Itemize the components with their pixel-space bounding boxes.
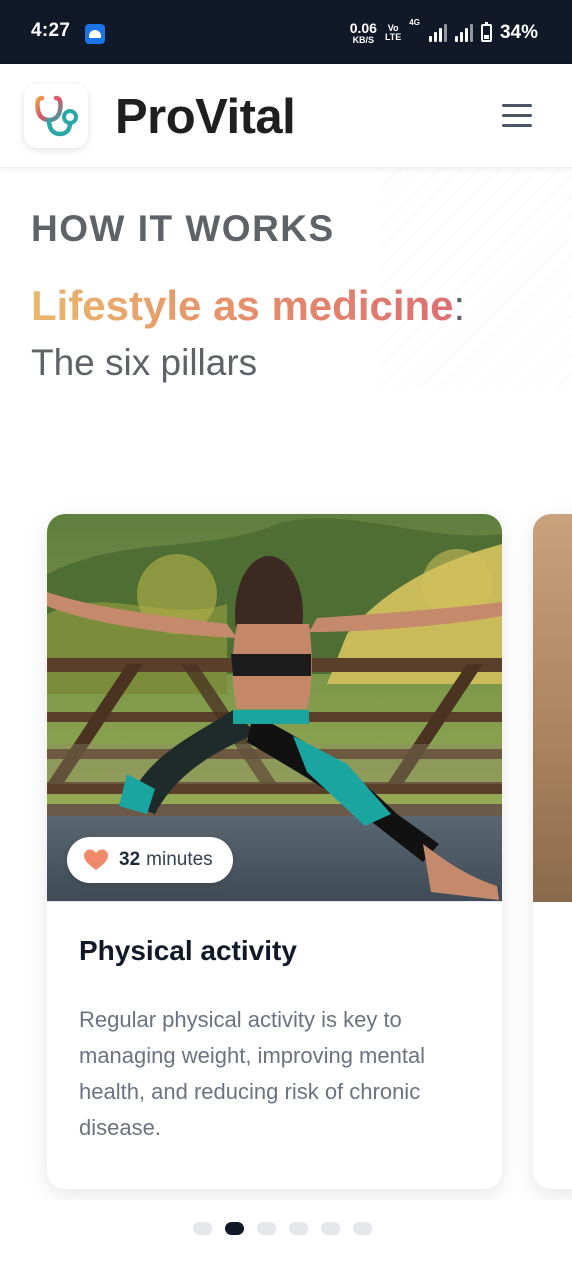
app-header: ProVital [0, 64, 572, 168]
volte-bottom: LTE [384, 32, 402, 42]
notification-app-icon [85, 24, 105, 44]
carousel-dot-6[interactable] [353, 1221, 372, 1235]
pillars-carousel[interactable]: 32 minutes Physical activity Regular phy… [0, 500, 572, 1200]
carousel-dot-2[interactable] [225, 1221, 244, 1235]
signal-strength-2-icon [454, 24, 473, 42]
carousel-pagination [193, 1220, 372, 1236]
brand-name: ProVital [115, 90, 296, 144]
volte-indicator: Vo LTE [385, 24, 401, 42]
card-description: Regular physical activity is key to mana… [79, 1007, 426, 1140]
duration-value: 32 [119, 849, 141, 870]
card-title: Physical activity [79, 935, 297, 966]
battery-percent: 34% [499, 22, 538, 43]
carousel-dot-3[interactable] [257, 1221, 276, 1235]
next-card-image [533, 514, 572, 902]
carousel-dot-1[interactable] [193, 1221, 212, 1235]
section-headline: Lifestyle as medicine: [31, 282, 465, 330]
heart-icon [84, 849, 108, 870]
section-subheadline: The six pillars [31, 342, 258, 383]
network-speed-unit: KB/S [352, 35, 375, 45]
network-speed: 0.06 KB/S [350, 21, 377, 45]
background-decoration [380, 168, 572, 388]
pillar-card[interactable]: 32 minutes Physical activity Regular phy… [47, 514, 502, 1189]
stethoscope-icon [35, 95, 78, 137]
status-indicators: 0.06 KB/S Vo LTE 4G 34% [350, 18, 538, 48]
signal-strength-icon [428, 24, 447, 42]
app-logo[interactable] [24, 84, 88, 148]
section-eyebrow: HOW IT WORKS [31, 208, 335, 249]
carousel-dot-4[interactable] [289, 1221, 308, 1235]
duration-badge: 32 minutes [67, 837, 233, 883]
network-speed-value: 0.06 [349, 20, 377, 36]
menu-button[interactable] [496, 100, 538, 130]
headline-suffix: : [453, 282, 466, 329]
headline-highlight: Lifestyle as medicine [31, 282, 454, 329]
status-time: 4:27 [31, 20, 71, 41]
status-bar: 4:27 0.06 KB/S Vo LTE 4G 34% [0, 0, 572, 64]
carousel-dot-5[interactable] [321, 1221, 340, 1235]
battery-icon [480, 22, 492, 42]
signal-label: 4G [409, 18, 420, 27]
next-pillar-card[interactable] [533, 514, 572, 1189]
duration-unit: minutes [146, 849, 213, 870]
card-image-yoga: 32 minutes [47, 514, 502, 902]
